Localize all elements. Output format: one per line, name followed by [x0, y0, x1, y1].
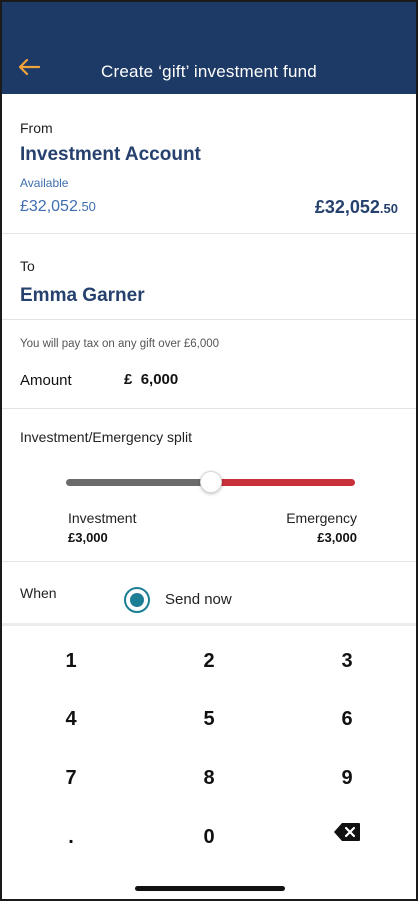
numeric-keypad: 1 2 3 4 5 6 7 8 9 . 0 — [2, 623, 416, 899]
app-header: Create ‘gift’ investment fund — [2, 2, 416, 94]
backspace-icon — [333, 822, 361, 848]
split-slider-handle[interactable] — [199, 471, 222, 493]
delete-key[interactable] — [278, 806, 416, 864]
amount-input[interactable]: £ 6,000 — [124, 371, 178, 388]
key-1[interactable]: 1 — [2, 632, 140, 690]
key-4[interactable]: 4 — [2, 690, 140, 748]
emergency-label: Emergency — [286, 510, 357, 526]
investment-label: Investment — [68, 510, 137, 526]
emergency-value: £3,000 — [317, 530, 357, 545]
send-now-radio[interactable] — [124, 587, 150, 613]
key-7[interactable]: 7 — [2, 749, 140, 807]
amount-label: Amount — [20, 372, 72, 389]
to-section[interactable]: To Emma Garner — [2, 234, 416, 320]
slider-track-investment[interactable] — [66, 479, 211, 486]
key-6[interactable]: 6 — [278, 690, 416, 748]
split-section: Investment/Emergency split Investment £3… — [2, 409, 416, 562]
from-section[interactable]: From Investment Account Available £32,05… — [2, 94, 416, 234]
available-label: Available — [20, 176, 69, 190]
from-label: From — [20, 120, 53, 136]
currency-symbol: £ — [124, 371, 133, 388]
available-amount: £32,052.50 — [20, 198, 96, 215]
key-decimal[interactable]: . — [2, 808, 140, 866]
key-5[interactable]: 5 — [140, 690, 278, 748]
account-balance: £32,052.50 — [314, 197, 398, 217]
key-9[interactable]: 9 — [278, 749, 416, 807]
slider-track-emergency[interactable] — [210, 479, 355, 486]
home-indicator — [135, 886, 285, 891]
send-now-label[interactable]: Send now — [165, 591, 232, 608]
amount-section: You will pay tax on any gift over £6,000… — [2, 320, 416, 409]
page-title: Create ‘gift’ investment fund — [101, 62, 317, 81]
key-3[interactable]: 3 — [278, 632, 416, 690]
recipient-name: Emma Garner — [20, 285, 145, 306]
from-account-name: Investment Account — [20, 144, 201, 165]
split-title: Investment/Emergency split — [20, 429, 192, 445]
to-label: To — [20, 258, 35, 274]
amount-value: 6,000 — [140, 371, 179, 388]
app-frame: Create ‘gift’ investment fund From Inves… — [0, 0, 418, 901]
investment-value: £3,000 — [68, 530, 108, 545]
key-2[interactable]: 2 — [140, 632, 278, 690]
when-label: When — [20, 585, 57, 601]
tax-note: You will pay tax on any gift over £6,000 — [20, 338, 220, 350]
key-0[interactable]: 0 — [140, 808, 278, 866]
key-8[interactable]: 8 — [140, 749, 278, 807]
